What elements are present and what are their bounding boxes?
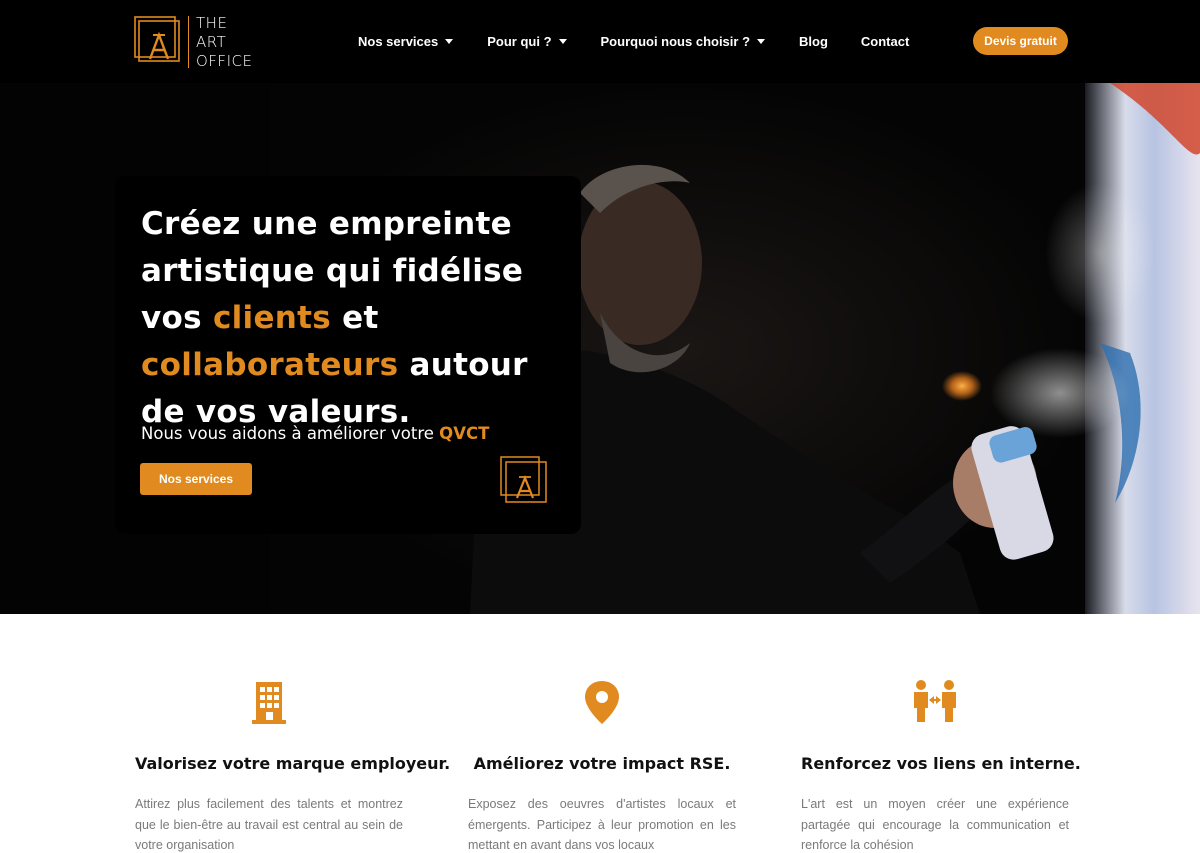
hero-subtitle-accent: QVCT [439,424,490,443]
hero-subtitle: Nous vous aidons à améliorer votre QVCT [141,424,489,443]
hero-title-and: et [342,300,379,336]
logo-divider [188,16,189,68]
map-pin-icon [585,681,619,724]
hero-title-accent-clients: clients [212,300,332,336]
main-nav: Nos services Pour qui ? Pourquoi nous ch… [358,0,909,83]
nav-label: Nos services [358,34,439,49]
logo-line-1: THE [196,13,228,32]
feature-text: L'art est un moyen créer une expérience … [801,797,1069,852]
site-logo[interactable]: THE ART OFFICE [134,14,264,70]
hero-title-accent-collaborateurs: collaborateurs [141,347,399,383]
feature-text: Exposez des oeuvres d'artistes locaux et… [468,797,736,852]
nav-label: Blog [799,34,828,49]
nav-label: Pourquoi nous choisir ? [600,34,751,49]
logo-line-2: ART [196,32,227,51]
nos-services-button[interactable]: Nos services [140,463,252,495]
free-quote-button[interactable]: Devis gratuit [973,27,1068,55]
nav-label: Pour qui ? [487,34,552,49]
art-office-monogram-icon [500,456,547,503]
hero-section: Créez une empreinte artistique qui fidél… [0,83,1200,614]
hero-subtitle-text: Nous vous aidons à améliorer votre [141,424,434,443]
features-section: Valorisez votre marque employeur. Attire… [0,614,1200,853]
hero-title: Créez une empreinte artistique qui fidél… [141,201,571,436]
nav-label: Contact [860,34,910,49]
chevron-down-icon [445,39,454,44]
chevron-down-icon [757,39,766,44]
building-icon [252,682,286,724]
people-exchange-icon [914,680,956,722]
nav-item-pour-qui[interactable]: Pour qui ? [487,34,567,49]
chevron-down-icon [558,39,567,44]
feature-title: Renforcez vos liens en interne. [801,754,1081,773]
nav-item-blog[interactable]: Blog [799,34,828,49]
logo-wordmark: THE ART OFFICE [196,14,252,71]
nav-item-nos-services[interactable]: Nos services [358,34,454,49]
art-office-monogram-icon [134,16,180,62]
hero-title-part1: Créez une empreinte artistique qui fidél… [141,206,524,336]
feature-title: Valorisez votre marque employeur. [135,754,451,773]
nav-item-pourquoi[interactable]: Pourquoi nous choisir ? [601,34,766,49]
feature-text: Attirez plus facilement des talents et m… [135,797,403,852]
site-header: THE ART OFFICE Nos services Pour qui ? P… [0,0,1200,83]
feature-title: Améliorez votre impact RSE. [473,754,731,773]
logo-line-3: OFFICE [196,51,253,70]
nav-item-contact[interactable]: Contact [861,34,909,49]
